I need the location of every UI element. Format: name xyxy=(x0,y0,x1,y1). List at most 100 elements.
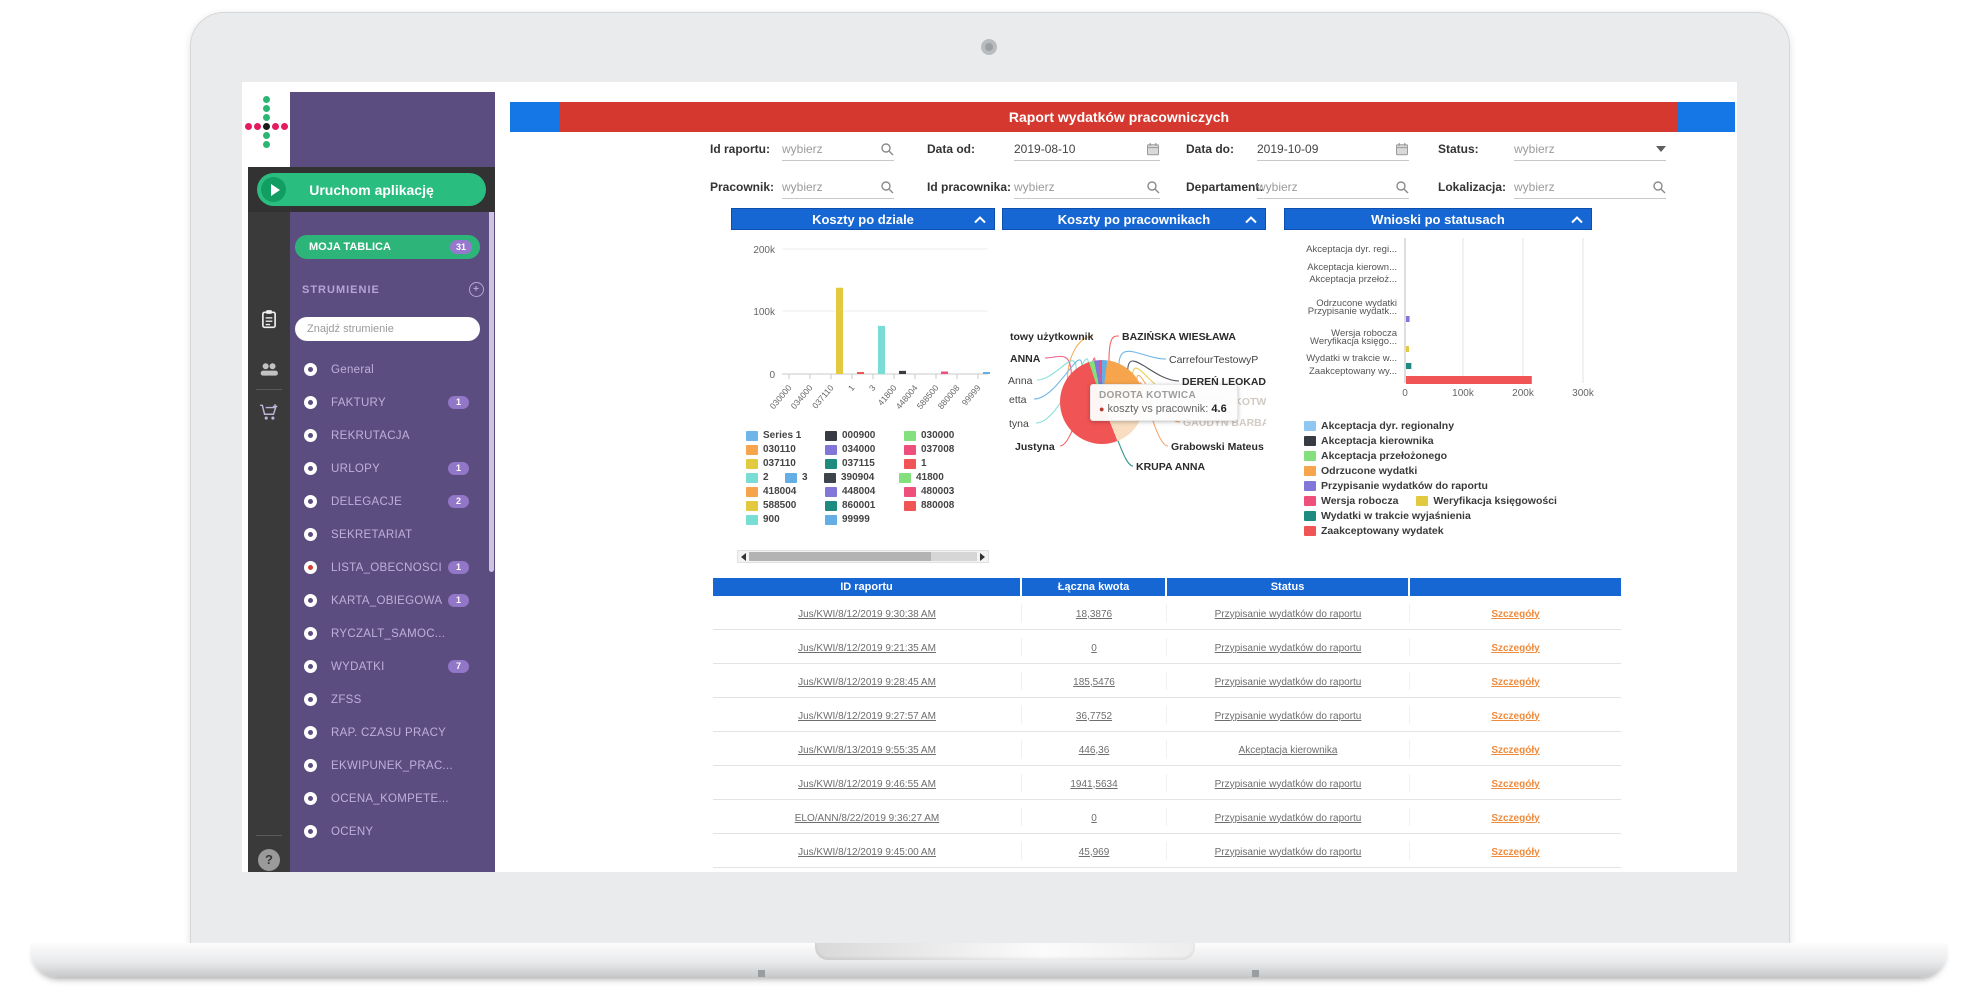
details-link[interactable]: Szczegóły xyxy=(1491,847,1539,858)
filter-field-data-od[interactable]: 2019-08-10 xyxy=(1014,138,1160,161)
chart-h-scrollbar[interactable] xyxy=(737,550,989,563)
hbar-7[interactable] xyxy=(1406,363,1411,369)
stream-label: SEKRETARIAT xyxy=(331,529,412,541)
sidebar-item-moja-tablica[interactable]: MOJA TABLICA 31 xyxy=(295,235,480,259)
legend-item: Akceptacja przełożonego xyxy=(1304,450,1447,462)
amount-link[interactable]: 18,3876 xyxy=(1076,609,1112,620)
status-link[interactable]: Przypisanie wydatków do raportu xyxy=(1215,711,1362,722)
panel-header-koszty-po-dziale[interactable]: Koszty po dziale xyxy=(731,208,995,230)
report-id-link[interactable]: Jus/KWI/8/12/2019 9:30:38 AM xyxy=(798,609,936,620)
sidebar-item-delegacje[interactable]: DELEGACJE2 xyxy=(290,485,495,518)
sidebar-item-ryczalt-samoc-[interactable]: RYCZALT_SAMOC... xyxy=(290,617,495,650)
calendar-icon[interactable] xyxy=(1146,142,1160,156)
x-axis-tick: 037110 xyxy=(810,383,836,411)
status-link[interactable]: Akceptacja kierownika xyxy=(1239,745,1338,756)
people-icon[interactable] xyxy=(259,359,279,379)
report-id-link[interactable]: Jus/KWI/8/13/2019 9:55:35 AM xyxy=(798,745,936,756)
caret-down-icon[interactable] xyxy=(1656,146,1666,152)
sidebar-item-lista-obecnosci[interactable]: LISTA_OBECNOSCI1 xyxy=(290,551,495,584)
bar-1[interactable] xyxy=(857,372,864,374)
search-icon[interactable] xyxy=(1652,180,1666,194)
cart-plus-icon[interactable] xyxy=(259,402,279,422)
sidebar-item-urlopy[interactable]: URLOPY1 xyxy=(290,452,495,485)
bar-41800[interactable] xyxy=(899,371,906,374)
add-stream-icon[interactable]: + xyxy=(469,282,484,297)
sidebar-item-oceny[interactable]: OCENY xyxy=(290,815,495,848)
status-link[interactable]: Przypisanie wydatków do raportu xyxy=(1215,779,1362,790)
sidebar-item-ekwipunek-prac-[interactable]: EKWIPUNEK_PRAC... xyxy=(290,749,495,782)
filter-field-data-do[interactable]: 2019-10-09 xyxy=(1257,138,1409,161)
sidebar-item-general[interactable]: General xyxy=(290,353,495,386)
legend-row: Series 1000900030000 xyxy=(746,430,983,441)
report-id-link[interactable]: Jus/KWI/8/12/2019 9:27:57 AM xyxy=(798,711,936,722)
panel-header-wnioski-po-statusach[interactable]: Wnioski po statusach xyxy=(1284,208,1592,230)
details-link[interactable]: Szczegóły xyxy=(1491,609,1539,620)
scroll-thumb[interactable] xyxy=(749,552,931,561)
help-icon[interactable]: ? xyxy=(258,849,280,871)
amount-link[interactable]: 36,7752 xyxy=(1076,711,1112,722)
scroll-left-icon[interactable] xyxy=(741,553,746,561)
bar-99999[interactable] xyxy=(983,372,990,374)
report-id-link[interactable]: Jus/KWI/8/12/2019 9:21:35 AM xyxy=(798,643,936,654)
chevron-up-icon[interactable] xyxy=(1245,216,1257,224)
scroll-right-icon[interactable] xyxy=(980,553,985,561)
search-icon[interactable] xyxy=(1146,180,1160,194)
details-link[interactable]: Szczegóły xyxy=(1491,813,1539,824)
details-link[interactable]: Szczegóły xyxy=(1491,745,1539,756)
sidebar-item-ocena-kompete-[interactable]: OCENA_KOMPETE... xyxy=(290,782,495,815)
report-id-link[interactable]: Jus/KWI/8/12/2019 9:46:55 AM xyxy=(798,779,936,790)
sidebar-item-rap-czasu-pracy[interactable]: RAP. CZASU PRACY xyxy=(290,716,495,749)
amount-link[interactable]: 45,969 xyxy=(1079,847,1110,858)
stream-label: LISTA_OBECNOSCI xyxy=(331,562,442,574)
bar-3[interactable] xyxy=(878,326,885,374)
filter-field-status[interactable]: wybierz xyxy=(1514,138,1666,161)
search-icon[interactable] xyxy=(1395,180,1409,194)
chevron-up-icon[interactable] xyxy=(1571,216,1583,224)
amount-link[interactable]: 446,36 xyxy=(1079,745,1110,756)
report-id-link[interactable]: Jus/KWI/8/12/2019 9:28:45 AM xyxy=(798,677,936,688)
details-link[interactable]: Szczegóły xyxy=(1491,779,1539,790)
report-id-link[interactable]: Jus/KWI/8/12/2019 9:45:00 AM xyxy=(798,847,936,858)
filter-field-departament[interactable]: wybierz xyxy=(1257,176,1409,199)
calendar-icon[interactable] xyxy=(1395,142,1409,156)
scroll-track[interactable] xyxy=(749,552,977,561)
panel-header-koszty-po-pracownikach[interactable]: Koszty po pracownikach xyxy=(1002,208,1266,230)
chevron-up-icon[interactable] xyxy=(974,216,986,224)
run-app-button[interactable]: Uruchom aplikację xyxy=(257,173,486,206)
sidebar-item-faktury[interactable]: FAKTURY1 xyxy=(290,386,495,419)
hbar-8[interactable] xyxy=(1406,376,1532,384)
amount-link[interactable]: 1941,5634 xyxy=(1070,779,1117,790)
search-icon[interactable] xyxy=(880,142,894,156)
filter-field-id-raportu[interactable]: wybierz xyxy=(782,138,894,161)
table-cell: 0 xyxy=(1022,638,1167,656)
sidebar-item-sekretariat[interactable]: SEKRETARIAT xyxy=(290,518,495,551)
filter-field-lokalizacja[interactable]: wybierz xyxy=(1514,176,1666,199)
details-link[interactable]: Szczegóły xyxy=(1491,711,1539,722)
filter-field-id-pracownika[interactable]: wybierz xyxy=(1014,176,1160,199)
status-link[interactable]: Przypisanie wydatków do raportu xyxy=(1215,609,1362,620)
search-icon[interactable] xyxy=(880,180,894,194)
amount-link[interactable]: 0 xyxy=(1091,643,1097,654)
status-link[interactable]: Przypisanie wydatków do raportu xyxy=(1215,847,1362,858)
amount-link[interactable]: 0 xyxy=(1091,813,1097,824)
clipboard-icon[interactable] xyxy=(259,309,279,329)
filter-field-pracownik[interactable]: wybierz xyxy=(782,176,894,199)
details-link[interactable]: Szczegóły xyxy=(1491,677,1539,688)
bar-588500[interactable] xyxy=(941,372,948,375)
status-link[interactable]: Przypisanie wydatków do raportu xyxy=(1215,677,1362,688)
sidebar-item-karta-obiegowa[interactable]: KARTA_OBIEGOWA1 xyxy=(290,584,495,617)
status-link[interactable]: Przypisanie wydatków do raportu xyxy=(1215,813,1362,824)
status-link[interactable]: Przypisanie wydatków do raportu xyxy=(1215,643,1362,654)
stream-search-input[interactable] xyxy=(295,317,480,341)
sidebar-item-wydatki[interactable]: WYDATKI7 xyxy=(290,650,495,683)
hbar-6[interactable] xyxy=(1406,346,1409,352)
report-id-link[interactable]: ELO/ANN/8/22/2019 9:36:27 AM xyxy=(795,813,940,824)
bar-037110[interactable] xyxy=(836,288,843,374)
hbar-4[interactable] xyxy=(1406,316,1410,322)
filter-label: Id raportu: xyxy=(710,138,770,160)
legend-label: 880008 xyxy=(921,500,954,511)
amount-link[interactable]: 185,5476 xyxy=(1073,677,1115,688)
sidebar-item-zfss[interactable]: ZFSS xyxy=(290,683,495,716)
details-link[interactable]: Szczegóły xyxy=(1491,643,1539,654)
sidebar-item-rekrutacja[interactable]: REKRUTACJA xyxy=(290,419,495,452)
